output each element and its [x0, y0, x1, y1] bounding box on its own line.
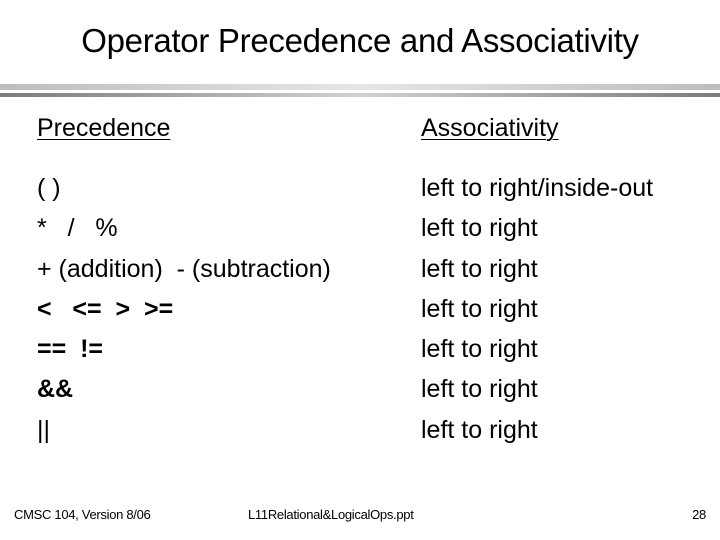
operator-row: || — [37, 415, 50, 444]
precedence-header: Precedence — [37, 114, 171, 142]
associativity-row: left to right — [421, 254, 538, 283]
associativity-header: Associativity — [421, 114, 559, 142]
slide-title: Operator Precedence and Associativity — [81, 22, 639, 59]
operator-row: + (addition) - (subtraction) — [37, 254, 331, 283]
operator-row: * / % — [37, 214, 118, 243]
associativity-row: left to right — [421, 415, 538, 444]
footer-filename: L11Relational&LogicalOps.ppt — [248, 507, 414, 522]
page-number: 28 — [692, 507, 706, 522]
associativity-column: left to right/inside-out left to right l… — [421, 168, 653, 450]
associativity-row: left to right — [421, 375, 538, 404]
precedence-column: ( ) * / % + (addition) - (subtraction) <… — [37, 168, 331, 450]
footer-course: CMSC 104, Version 8/06 — [14, 507, 151, 522]
associativity-row: left to right — [421, 294, 538, 323]
operator-row: && — [37, 375, 74, 404]
associativity-row: left to right — [421, 335, 538, 364]
operator-row: < <= > >= — [37, 294, 174, 323]
operator-row: == != — [37, 335, 104, 364]
associativity-row: left to right/inside-out — [421, 174, 654, 202]
operator-row: ( ) — [37, 174, 61, 202]
title-divider-bottom — [0, 93, 720, 97]
title-divider-top — [0, 84, 720, 90]
associativity-row: left to right — [421, 214, 538, 243]
